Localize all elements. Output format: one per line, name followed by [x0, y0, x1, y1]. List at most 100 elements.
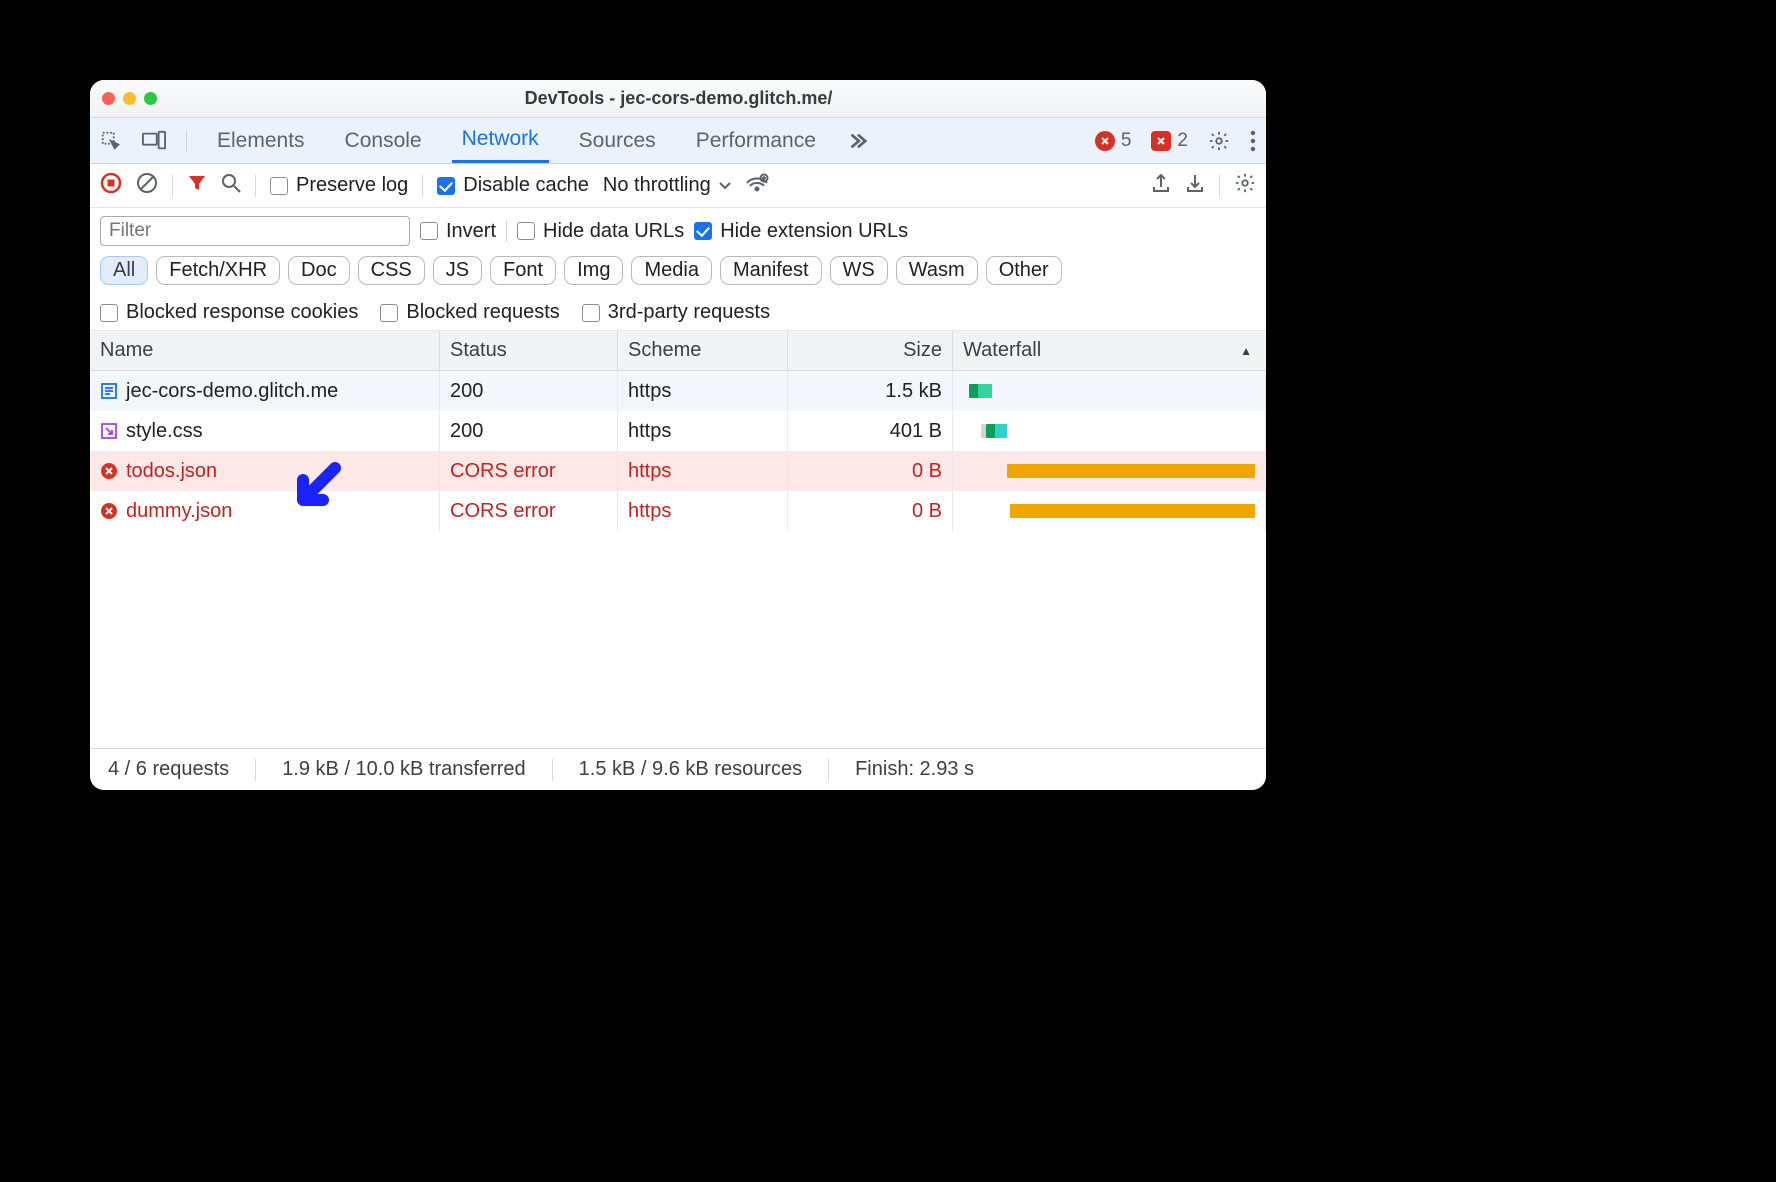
issues-count: 2 — [1177, 130, 1188, 152]
kebab-menu-icon[interactable] — [1250, 130, 1256, 152]
table-row[interactable]: jec-cors-demo.glitch.me 200 https 1.5 kB — [90, 371, 1266, 411]
preserve-log-label: Preserve log — [296, 174, 408, 197]
issue-square-icon — [1151, 131, 1171, 151]
disable-cache-label: Disable cache — [463, 174, 589, 197]
type-pill-wasm[interactable]: Wasm — [896, 256, 978, 285]
row-status: CORS error — [440, 491, 618, 531]
hide-ext-urls-label: Hide extension URLs — [720, 220, 908, 243]
status-finish: Finish: 2.93 s — [855, 758, 974, 781]
column-size[interactable]: Size — [788, 331, 953, 370]
row-waterfall — [953, 411, 1266, 451]
type-pill-ws[interactable]: WS — [830, 256, 888, 285]
filter-bar: Invert Hide data URLs Hide extension URL… — [90, 208, 1266, 331]
status-requests: 4 / 6 requests — [108, 758, 229, 781]
type-pill-img[interactable]: Img — [564, 256, 623, 285]
type-pill-css[interactable]: CSS — [358, 256, 425, 285]
tab-performance[interactable]: Performance — [686, 118, 826, 163]
titlebar: DevTools - jec-cors-demo.glitch.me/ — [90, 80, 1266, 118]
row-scheme: https — [618, 451, 788, 491]
blocked-cookies-label: Blocked response cookies — [126, 301, 358, 324]
import-har-icon[interactable] — [1185, 173, 1205, 199]
type-pill-manifest[interactable]: Manifest — [720, 256, 822, 285]
row-status: 200 — [440, 411, 618, 451]
status-resources: 1.5 kB / 9.6 kB resources — [579, 758, 802, 781]
table-row[interactable]: style.css 200 https 401 B — [90, 411, 1266, 451]
devtools-window: DevTools - jec-cors-demo.glitch.me/ Elem… — [90, 80, 1266, 790]
invert-label: Invert — [446, 220, 496, 243]
row-status: CORS error — [440, 451, 618, 491]
clear-icon[interactable] — [136, 172, 158, 200]
row-name: dummy.json — [126, 500, 232, 523]
throttling-select[interactable]: No throttling — [603, 174, 731, 197]
type-pill-other[interactable]: Other — [986, 256, 1062, 285]
errors-badge[interactable]: 5 — [1095, 130, 1132, 152]
type-pill-doc[interactable]: Doc — [288, 256, 350, 285]
row-name: todos.json — [126, 460, 217, 483]
tab-console[interactable]: Console — [335, 118, 432, 163]
row-name: jec-cors-demo.glitch.me — [126, 380, 338, 403]
network-conditions-icon[interactable] — [745, 173, 769, 199]
column-scheme[interactable]: Scheme — [618, 331, 788, 370]
type-pill-font[interactable]: Font — [490, 256, 556, 285]
type-pill-all[interactable]: All — [100, 256, 148, 285]
filter-icon[interactable] — [187, 173, 207, 199]
status-bar: 4 / 6 requests 1.9 kB / 10.0 kB transfer… — [90, 748, 1266, 790]
row-waterfall — [953, 451, 1266, 491]
third-party-label: 3rd-party requests — [608, 301, 770, 324]
close-window-button[interactable] — [102, 92, 115, 105]
maximize-window-button[interactable] — [144, 92, 157, 105]
errors-count: 5 — [1121, 130, 1132, 152]
invert-checkbox[interactable]: Invert — [420, 220, 496, 243]
row-size: 1.5 kB — [788, 371, 953, 411]
tab-elements[interactable]: Elements — [207, 118, 315, 163]
more-tabs-icon[interactable] — [846, 130, 868, 152]
type-pill-fetchxhr[interactable]: Fetch/XHR — [156, 256, 280, 285]
column-status[interactable]: Status — [440, 331, 618, 370]
panel-settings-icon[interactable] — [1234, 172, 1256, 200]
table-body: jec-cors-demo.glitch.me 200 https 1.5 kB… — [90, 371, 1266, 671]
third-party-checkbox[interactable]: 3rd-party requests — [582, 301, 770, 324]
status-transferred: 1.9 kB / 10.0 kB transferred — [282, 758, 525, 781]
requests-table: Name Status Scheme Size Waterfall ▲ jec-… — [90, 331, 1266, 671]
tab-sources[interactable]: Sources — [569, 118, 666, 163]
row-name: style.css — [126, 420, 203, 443]
column-name[interactable]: Name — [90, 331, 440, 370]
table-row[interactable]: dummy.json CORS error https 0 B — [90, 491, 1266, 531]
device-icon[interactable] — [142, 130, 166, 152]
filter-input[interactable] — [100, 216, 410, 246]
sort-indicator-icon: ▲ — [1240, 344, 1252, 358]
error-icon — [100, 502, 118, 520]
preserve-log-checkbox[interactable]: Preserve log — [270, 174, 408, 197]
window-title: DevTools - jec-cors-demo.glitch.me/ — [157, 88, 1200, 109]
table-row[interactable]: todos.json CORS error https 0 B — [90, 451, 1266, 491]
type-pill-media[interactable]: Media — [631, 256, 711, 285]
error-circle-icon — [1095, 131, 1115, 151]
column-waterfall[interactable]: Waterfall ▲ — [953, 331, 1266, 370]
column-waterfall-label: Waterfall — [963, 339, 1041, 362]
disable-cache-checkbox[interactable]: Disable cache — [437, 174, 589, 197]
tab-network[interactable]: Network — [452, 118, 549, 163]
table-header: Name Status Scheme Size Waterfall ▲ — [90, 331, 1266, 371]
hide-data-urls-checkbox[interactable]: Hide data URLs — [517, 220, 684, 243]
type-pill-js[interactable]: JS — [433, 256, 482, 285]
record-icon[interactable] — [100, 172, 122, 200]
hide-ext-urls-checkbox[interactable]: Hide extension URLs — [694, 220, 908, 243]
stylesheet-icon — [100, 422, 118, 440]
hide-data-urls-label: Hide data URLs — [543, 220, 684, 243]
document-icon — [100, 382, 118, 400]
chevron-down-icon — [719, 182, 731, 190]
search-icon[interactable] — [221, 173, 241, 199]
error-icon — [100, 462, 118, 480]
row-status: 200 — [440, 371, 618, 411]
export-har-icon[interactable] — [1151, 173, 1171, 199]
issues-badge[interactable]: 2 — [1151, 130, 1188, 152]
settings-icon[interactable] — [1208, 130, 1230, 152]
main-tabbar: Elements Console Network Sources Perform… — [90, 118, 1266, 164]
blocked-cookies-checkbox[interactable]: Blocked response cookies — [100, 301, 358, 324]
inspect-icon[interactable] — [100, 130, 122, 152]
throttling-value: No throttling — [603, 174, 711, 197]
minimize-window-button[interactable] — [123, 92, 136, 105]
blocked-requests-label: Blocked requests — [406, 301, 559, 324]
blocked-requests-checkbox[interactable]: Blocked requests — [380, 301, 559, 324]
row-size: 0 B — [788, 451, 953, 491]
